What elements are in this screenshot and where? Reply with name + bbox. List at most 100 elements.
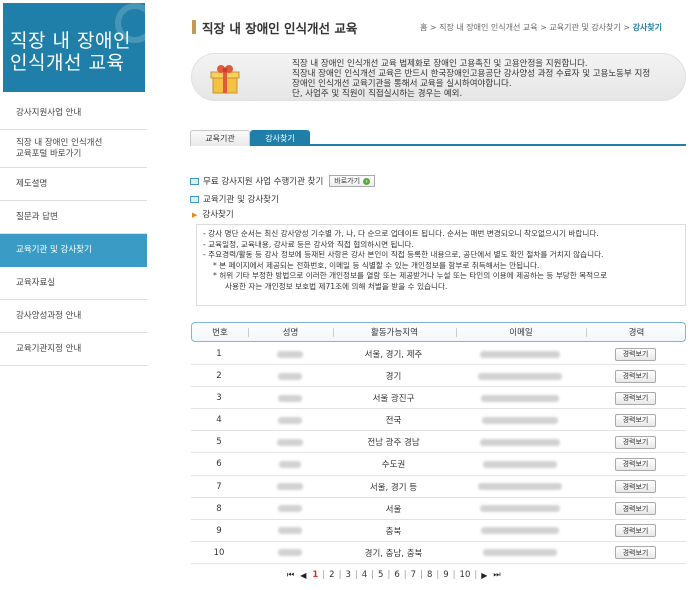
sidebar-item-label: 제도설명 (16, 178, 48, 189)
row-area: 서울, 경기 등 (369, 482, 418, 493)
sidebar-item-label: 질문과 답변 (16, 211, 58, 222)
sidebar-item-system-description[interactable]: 제도설명 (0, 168, 147, 201)
career-view-button[interactable]: 경력보기 (614, 369, 657, 383)
sidebar-item-institution-designation[interactable]: 교육기관지정 안내 (0, 333, 147, 366)
career-view-button[interactable]: 경력보기 (614, 457, 657, 471)
sidebar-item-instructor-support[interactable]: 강사지원사업 안내 (0, 97, 147, 130)
subsection-heading: 강사찾기 (202, 210, 234, 220)
info-box: - 강사 명단 순서는 최신 강사양성 기수별 가, 나, 다 순으로 업데이트… (196, 224, 686, 306)
row-area: 전국 (385, 416, 402, 427)
sidebar-item-label: 강사지원사업 안내 (16, 107, 82, 118)
row-area: 수도권 (381, 460, 406, 471)
row-number: 4 (216, 415, 222, 426)
row-area: 경기 (385, 372, 402, 383)
gift-box-icon (210, 65, 240, 94)
career-view-button[interactable]: 경력보기 (614, 546, 657, 560)
row-area: 충북 (385, 526, 402, 537)
row-number: 3 (216, 393, 222, 404)
career-view-button[interactable]: 경력보기 (614, 435, 657, 449)
sidebar-item-training-course[interactable]: 강사양성과정 안내 (0, 300, 147, 333)
tab-institution[interactable]: 교육기관 (190, 130, 250, 146)
info-line: * 허위 기타 부정한 방법으로 이러한 개인정보를 열람 또는 제공받거나 누… (213, 271, 608, 280)
career-view-button[interactable]: 경력보기 (614, 480, 657, 494)
career-view-button[interactable]: 경력보기 (614, 524, 657, 538)
column-header-number: 번호 (212, 328, 228, 338)
arrow-right-icon: › (363, 177, 371, 185)
career-view-button[interactable]: 경력보기 (614, 347, 657, 361)
name-blurred (247, 453, 332, 475)
career-cell: 경력보기 (585, 520, 686, 542)
page-3[interactable]: 3 (345, 570, 350, 580)
career-view-button[interactable]: 경력보기 (614, 413, 657, 427)
table-row: 7 서울, 경기 등 경력보기 (191, 476, 686, 498)
name-blurred (247, 476, 332, 498)
table-header: 번호 성명 활동가능지역 이메일 경력 (191, 322, 686, 342)
page-7[interactable]: 7 (411, 570, 416, 580)
row-number: 7 (216, 481, 222, 492)
column-header-email: 이메일 (509, 328, 533, 338)
sidebar-item-qna[interactable]: 질문과 답변 (0, 201, 147, 234)
page-6[interactable]: 6 (394, 570, 399, 580)
page-1[interactable]: 1 (312, 570, 318, 580)
name-blurred (247, 498, 332, 520)
info-line: - 교육일정, 교육내용, 강사료 등은 강사와 직접 협의하시면 됩니다. (203, 239, 414, 249)
logo-banner[interactable]: 직장 내 장애인 인식개선 교육 (3, 3, 145, 92)
logo-line-2: 인식개선 교육 (10, 52, 125, 74)
table-row: 9 충북 경력보기 (191, 520, 686, 542)
title-marker (192, 20, 196, 34)
name-blurred (247, 542, 332, 564)
email-blurred (455, 542, 585, 564)
email-blurred (455, 476, 585, 498)
row-area: 서울, 경기, 제주 (364, 350, 423, 360)
career-cell: 경력보기 (585, 343, 686, 365)
page-2[interactable]: 2 (329, 570, 334, 580)
page-5[interactable]: 5 (378, 570, 383, 580)
row-number: 2 (216, 371, 222, 382)
sidebar-item-resources[interactable]: 교육자료실 (0, 267, 147, 300)
table-row: 1 서울, 경기, 제주 경력보기 (191, 343, 686, 366)
shortcut-button[interactable]: 바로가기 › (329, 175, 376, 187)
career-view-button[interactable]: 경력보기 (614, 391, 657, 405)
prev-page-icon[interactable]: ◀ (300, 571, 306, 580)
email-blurred (455, 409, 585, 431)
row-area: 서울 광진구 (372, 394, 415, 405)
name-blurred (247, 365, 332, 387)
row-area: 전남 광주 경남 (367, 438, 420, 449)
tab-instructor[interactable]: 강사찾기 (250, 130, 310, 146)
instructor-table: 1 서울, 경기, 제주 경력보기 2 경기 경력보기 3 서울 광진구 경력보… (191, 343, 686, 564)
page-8[interactable]: 8 (427, 570, 432, 580)
triangle-right-icon: ▶ (192, 211, 198, 219)
email-blurred (455, 431, 585, 453)
info-line: 사용한 자는 개인정보 보호법 제71조에 의해 처벌을 받을 수 있습니다. (225, 281, 448, 291)
first-page-icon[interactable]: ⏮ (287, 570, 294, 580)
info-line: * 본 페이지에서 제공되는 전화번호, 이메일 등 식별할 수 있는 개인정보… (213, 260, 540, 270)
name-blurred (247, 409, 332, 431)
career-view-button[interactable]: 경력보기 (614, 502, 657, 516)
page-9[interactable]: 9 (443, 570, 448, 580)
last-page-icon[interactable]: ⏭ (493, 570, 500, 580)
row-area: 서울 (385, 504, 402, 515)
email-blurred (455, 520, 585, 542)
name-blurred (247, 387, 332, 409)
sidebar-item-find-instructor[interactable]: 교육기관 및 강사찾기 (0, 234, 147, 267)
page-10[interactable]: 10 (460, 570, 471, 580)
email-blurred (455, 365, 585, 387)
sidebar-item-label: 교육기관지정 안내 (16, 343, 82, 354)
sidebar: 직장 내 장애인 인식개선 교육 강사지원사업 안내 직장 내 장애인 인식개선… (0, 0, 147, 590)
sidebar-item-education-portal[interactable]: 직장 내 장애인 인식개선 교육포털 바로가기 (0, 130, 147, 168)
notice-text: 직장 내 장애인 인식개선 교육 법제화로 장애인 고용촉진 및 고용안정을 지… (292, 59, 651, 99)
instructor-search-subsection: ▶ 강사찾기 (192, 208, 234, 220)
page-title: 직장 내 장애인 인식개선 교육 (202, 21, 358, 36)
folder-icon (190, 195, 199, 203)
page-4[interactable]: 4 (362, 570, 367, 580)
tab-bar: 교육기관 강사찾기 (190, 130, 686, 146)
name-blurred (247, 431, 332, 453)
table-row: 10 경기, 충남, 충북 경력보기 (191, 542, 686, 564)
career-cell: 경력보기 (585, 431, 686, 453)
section-heading: 교육기관 및 강사찾기 (203, 195, 279, 205)
breadcrumb-path[interactable]: 홈 > 직장 내 장애인 인식개선 교육 > 교육기관 및 강사찾기 > (420, 23, 630, 32)
notice-box: 직장 내 장애인 인식개선 교육 법제화로 장애인 고용촉진 및 고용안정을 지… (191, 53, 686, 101)
next-page-icon[interactable]: ▶ (481, 571, 487, 580)
free-support-section: 무료 강사지원 사업 수행기관 찾기 바로가기 › (190, 175, 376, 187)
folder-icon (190, 177, 199, 185)
